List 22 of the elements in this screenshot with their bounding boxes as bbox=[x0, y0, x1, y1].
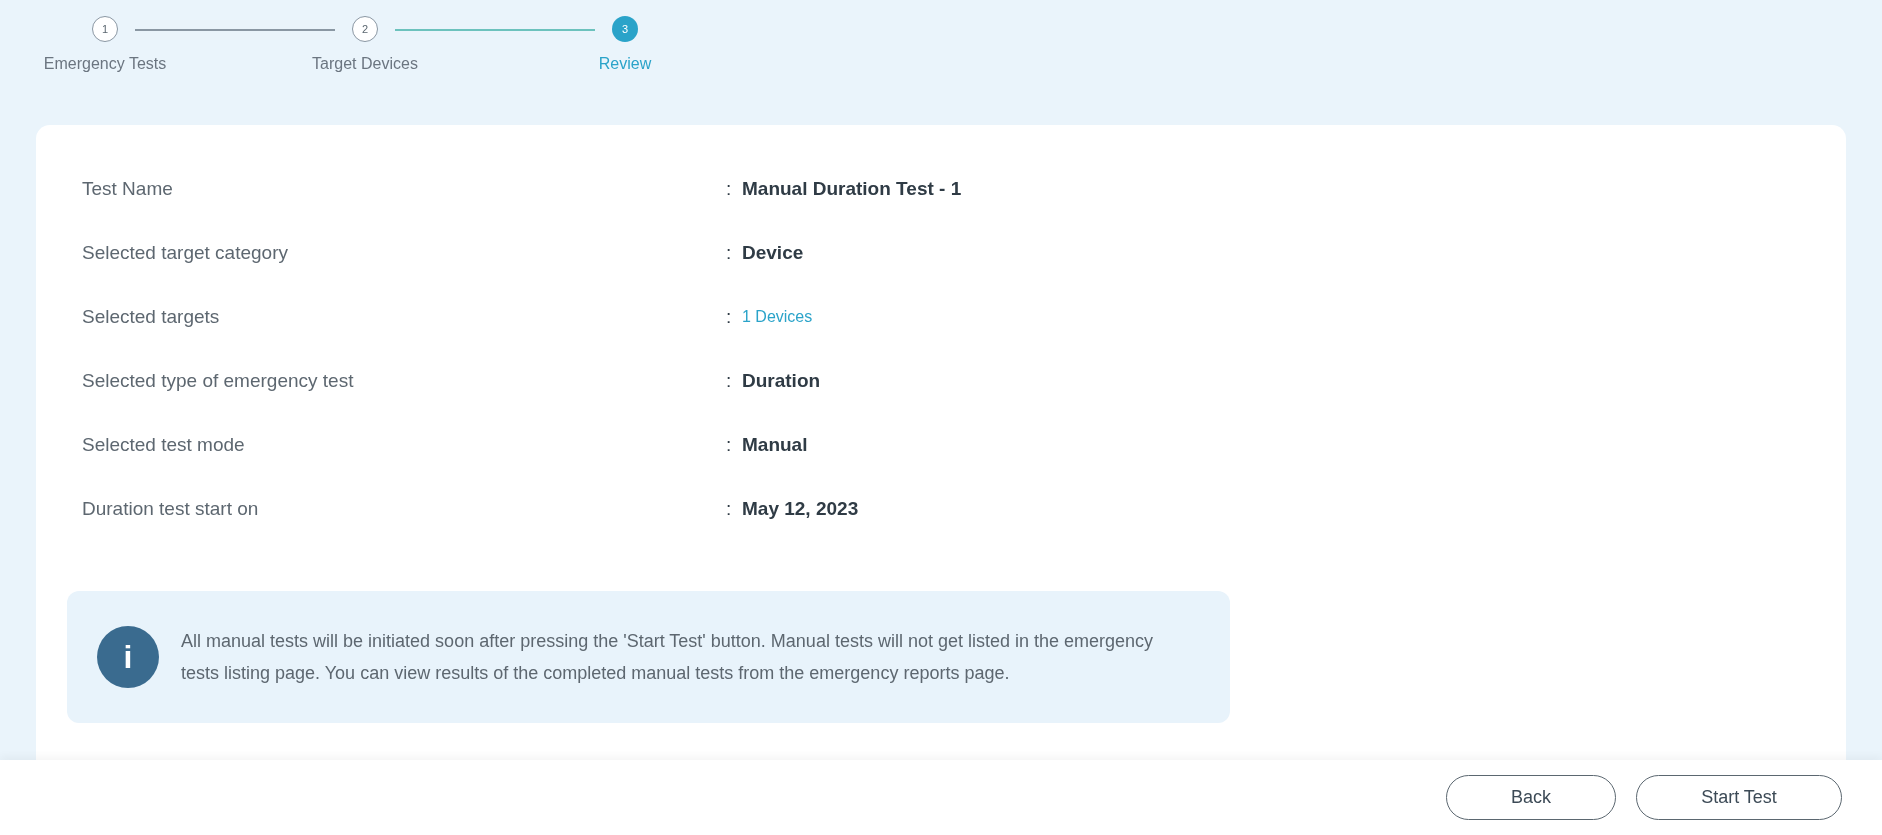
field-label: Duration test start on bbox=[82, 496, 260, 521]
field-label: Selected type of emergency test bbox=[82, 368, 355, 393]
step-label: Emergency Tests bbox=[43, 54, 167, 74]
colon: : bbox=[726, 368, 733, 393]
field-label: Selected target category bbox=[82, 240, 289, 265]
field-value: Manual bbox=[742, 432, 808, 457]
field-value: Device bbox=[742, 240, 804, 265]
field-label: Test Name bbox=[82, 176, 174, 201]
colon: : bbox=[726, 496, 733, 521]
step-label: Target Devices bbox=[312, 54, 418, 74]
info-message: All manual tests will be initiated soon after pressing the 'Start Test' button. Manual tests will not get listed in the emergency tests listing page. You can view results of the completed manual tests from the emergency reports page. bbox=[181, 630, 1155, 685]
step-label: Review bbox=[598, 54, 652, 74]
colon: : bbox=[726, 304, 733, 329]
info-icon: i bbox=[97, 626, 159, 688]
field-value: May 12, 2023 bbox=[742, 496, 859, 521]
field-value: Manual Duration Test - 1 bbox=[742, 176, 962, 201]
colon: : bbox=[726, 176, 733, 201]
field-value: Duration bbox=[742, 368, 821, 393]
field-label: Selected test mode bbox=[82, 432, 246, 457]
field-label: Selected targets bbox=[82, 304, 221, 329]
colon: : bbox=[726, 432, 733, 457]
colon: : bbox=[726, 240, 733, 265]
